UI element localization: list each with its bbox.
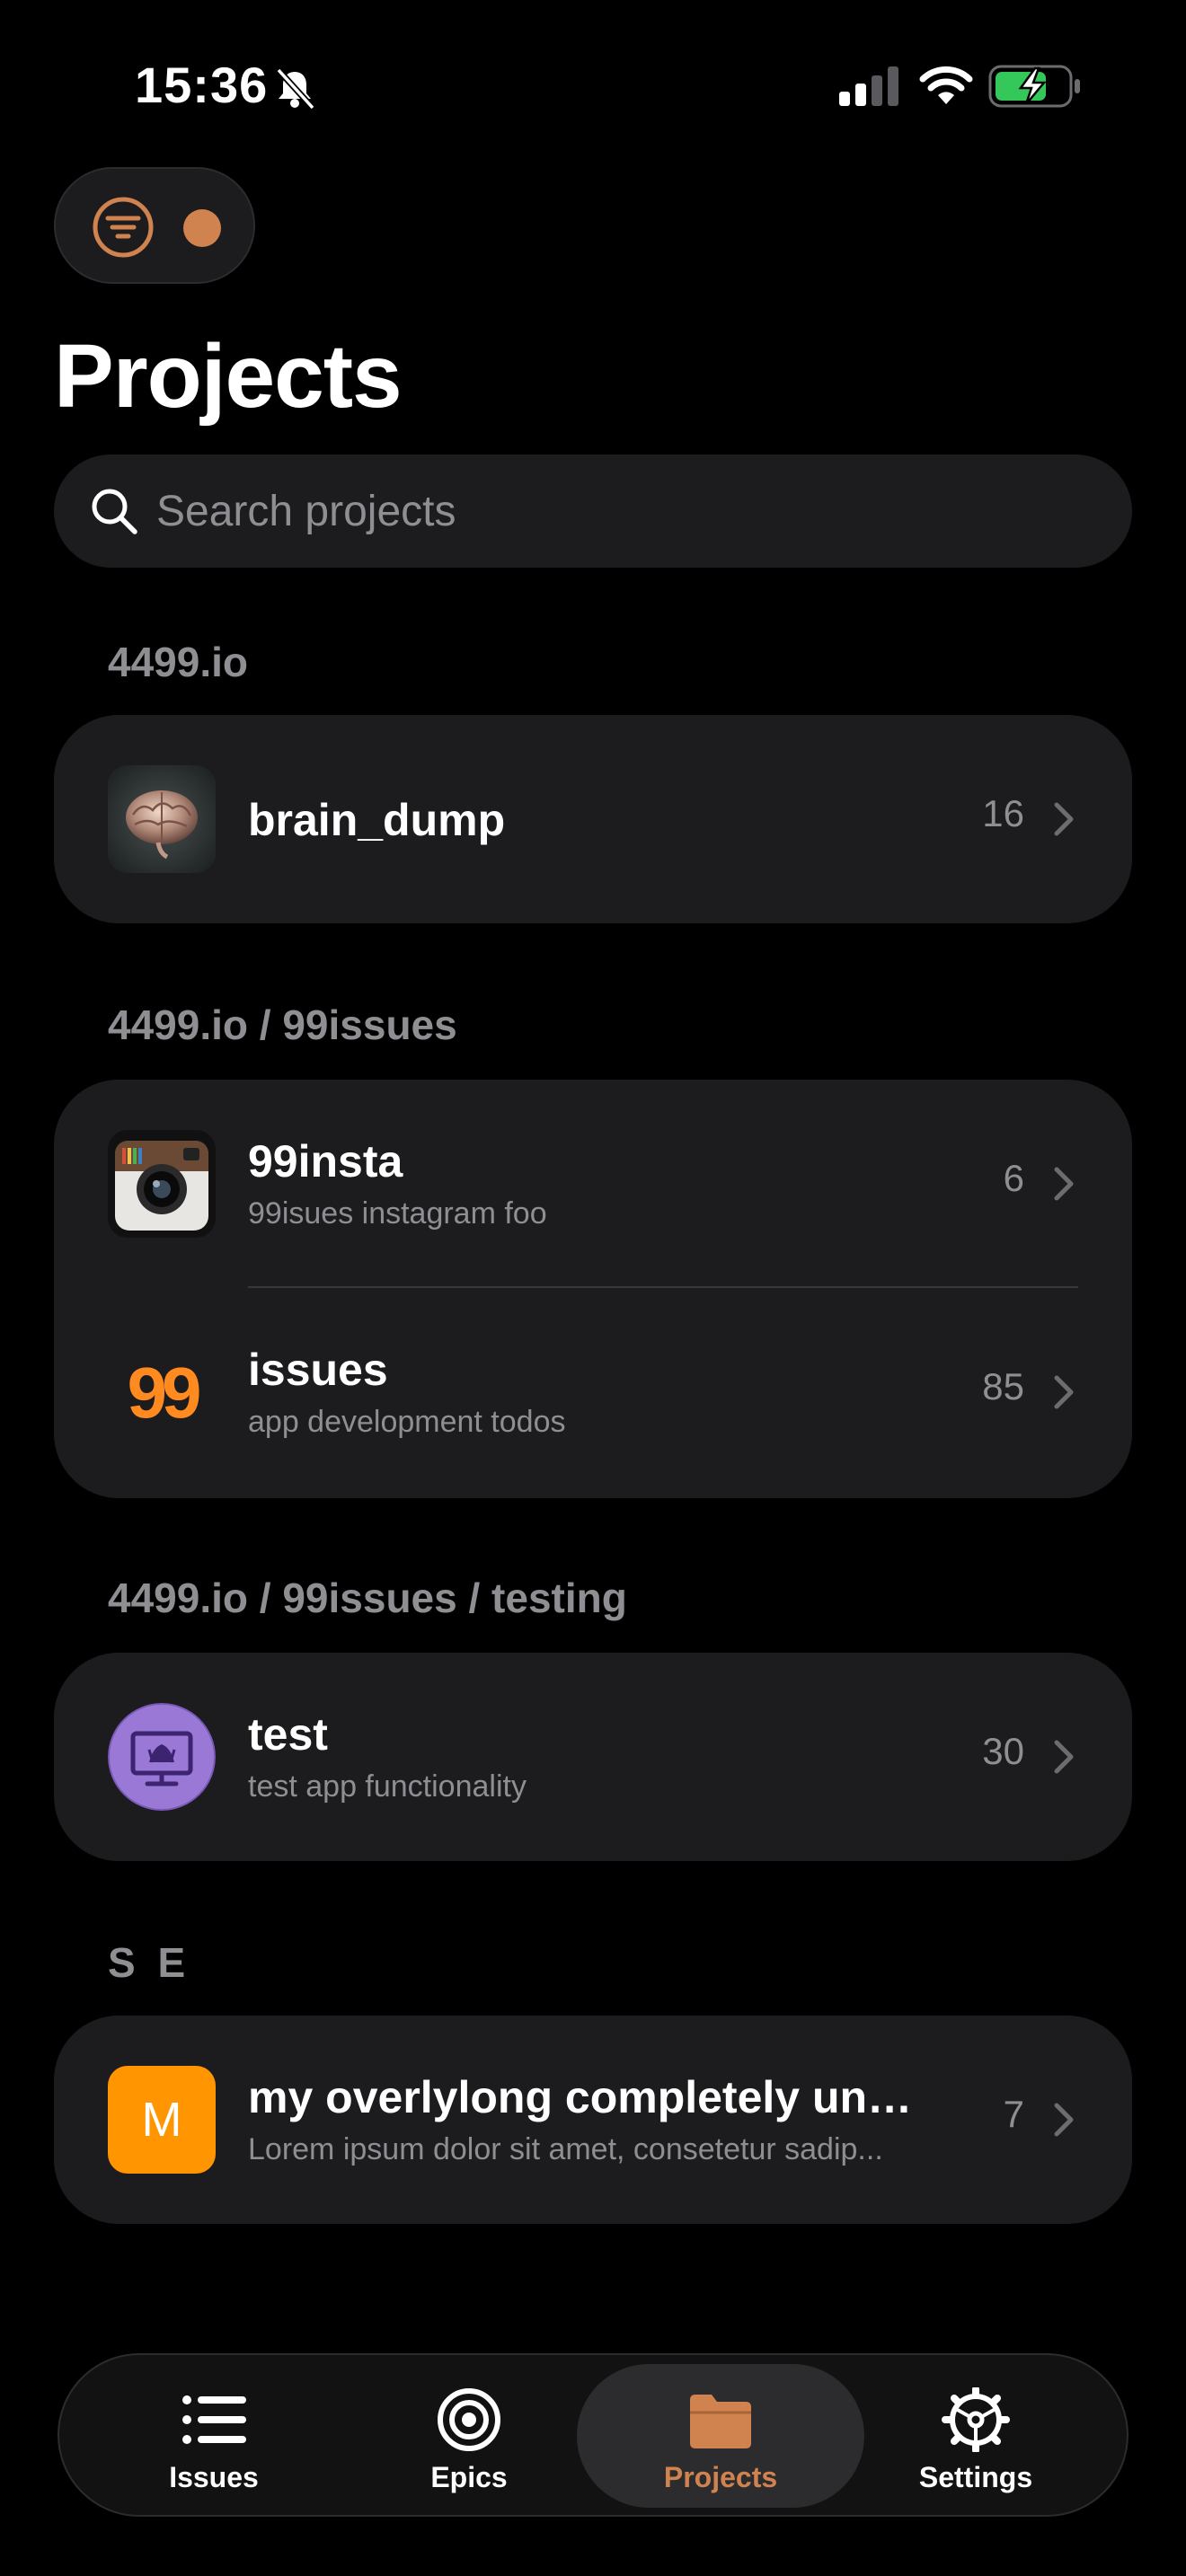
page-title: Projects <box>54 326 403 427</box>
project-name: issues <box>248 1345 388 1395</box>
target-icon <box>438 2388 500 2451</box>
monitor-icon <box>108 1703 216 1811</box>
status-time: 15:36 <box>135 57 269 113</box>
group-header: 4499.io <box>108 639 248 685</box>
chevron-right-icon <box>1054 2103 1074 2137</box>
letter-m-avatar: M <box>108 2066 216 2174</box>
99-logo-icon: 99 <box>108 1338 216 1446</box>
avatar-letter: M <box>141 2093 182 2147</box>
project-description: test app functionality <box>248 1769 527 1804</box>
tab-label: Epics <box>430 2461 508 2493</box>
issue-count: 16 <box>982 792 1024 834</box>
filter-icon <box>93 197 154 258</box>
bell-slash-icon <box>276 67 315 110</box>
list-icon <box>182 2395 246 2444</box>
project-name: test <box>248 1709 328 1760</box>
project-description: Lorem ipsum dolor sit amet, consetetur s… <box>248 2132 883 2166</box>
tab-settings[interactable]: Settings <box>832 2364 1120 2508</box>
search-input[interactable] <box>156 480 1091 543</box>
battery-charging-icon <box>988 65 1080 108</box>
chevron-right-icon <box>1054 802 1074 836</box>
project-name: 99insta <box>248 1136 403 1187</box>
svg-text:99: 99 <box>128 1353 199 1433</box>
project-description: 99isues instagram foo <box>248 1196 547 1231</box>
tab-bar: Issues Epics Projects Settings <box>58 2353 1128 2517</box>
filter-active-dot <box>183 209 221 247</box>
tab-issues[interactable]: Issues <box>70 2364 358 2508</box>
project-group-card: brain_dump 16 <box>54 715 1132 923</box>
group-header: 4499.io / 99issues <box>108 1001 457 1048</box>
issue-count: 6 <box>1003 1157 1024 1199</box>
project-row-brain-dump[interactable]: brain_dump 16 <box>54 715 1132 923</box>
group-header: S E <box>108 1939 191 1986</box>
chevron-right-icon <box>1054 1167 1074 1201</box>
gear-icon <box>942 2387 1010 2452</box>
wifi-icon <box>919 66 973 104</box>
filter-button[interactable] <box>54 167 255 284</box>
project-name: my overlylong completely unn... <box>248 2072 931 2122</box>
brain-image-icon <box>108 765 216 873</box>
issue-count: 30 <box>982 1730 1024 1772</box>
issue-count: 7 <box>1003 2093 1024 2135</box>
chevron-right-icon <box>1054 1375 1074 1409</box>
project-group-card: M my overlylong completely unn... Lorem … <box>54 2016 1132 2224</box>
search-icon <box>92 489 137 534</box>
chevron-right-icon <box>1054 1740 1074 1774</box>
tab-projects[interactable]: Projects <box>577 2364 864 2508</box>
tab-label: Issues <box>169 2461 259 2493</box>
project-description: app development todos <box>248 1405 566 1439</box>
project-row-test[interactable]: test test app functionality 30 <box>54 1653 1132 1861</box>
project-name: brain_dump <box>248 795 506 845</box>
issue-count: 85 <box>982 1365 1024 1407</box>
cellular-signal-icon <box>839 66 898 106</box>
status-bar: 15:36 <box>0 0 1186 171</box>
tab-epics[interactable]: Epics <box>325 2364 613 2508</box>
search-bar[interactable] <box>54 454 1132 568</box>
project-group-card: 99insta 99isues instagram foo 6 99 issue… <box>54 1080 1132 1498</box>
project-group-card: test test app functionality 30 <box>54 1653 1132 1861</box>
folder-icon <box>690 2395 751 2448</box>
group-header: 4499.io / 99issues / testing <box>108 1575 627 1621</box>
project-row-issues[interactable]: 99 issues app development todos 85 <box>54 1288 1132 1496</box>
tab-label: Settings <box>918 2461 1033 2493</box>
tab-label: Projects <box>663 2461 778 2493</box>
project-row-99insta[interactable]: 99insta 99isues instagram foo 6 <box>54 1080 1132 1288</box>
instagram-camera-icon <box>108 1130 216 1238</box>
project-row-overlylong[interactable]: M my overlylong completely unn... Lorem … <box>54 2016 1132 2224</box>
